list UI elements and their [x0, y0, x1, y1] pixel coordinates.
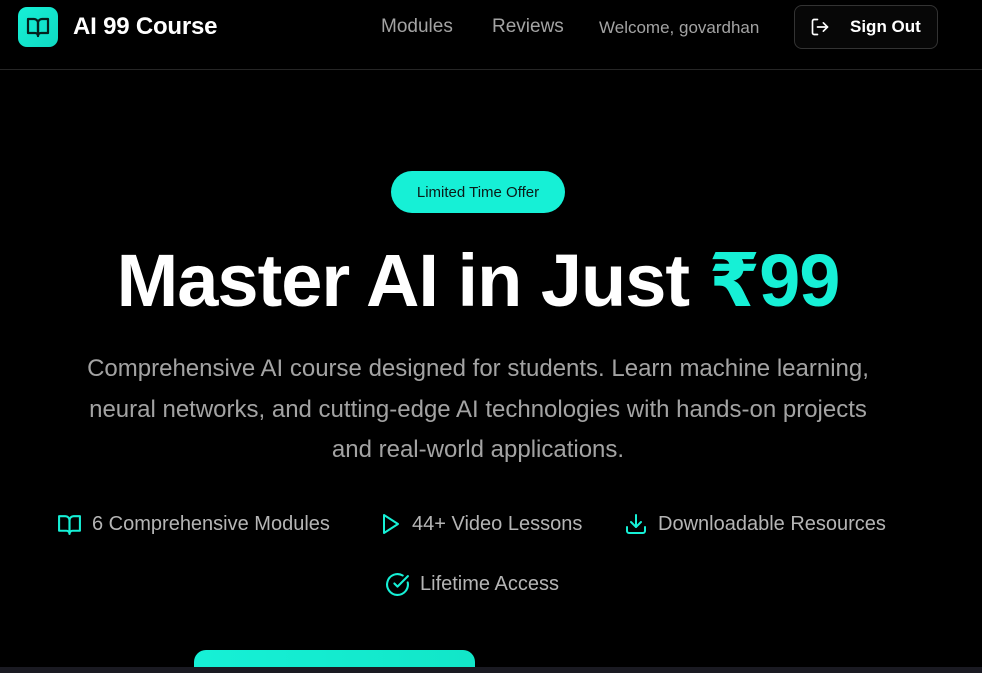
check-circle-icon: [385, 572, 410, 597]
download-icon: [624, 512, 648, 536]
sign-out-label: Sign Out: [850, 17, 921, 36]
sign-out-button[interactable]: Sign Out: [794, 5, 938, 49]
feature-label: 44+ Video Lessons: [412, 512, 583, 535]
brand-title: AI 99 Course: [73, 13, 218, 40]
feature-modules: 6 Comprehensive Modules: [57, 512, 330, 537]
log-out-icon: [811, 18, 829, 36]
limited-offer-badge: Limited Time Offer: [391, 171, 565, 213]
nav-link-modules[interactable]: Modules: [381, 16, 453, 38]
book-open-icon: [26, 17, 50, 38]
hero-description: Comprehensive AI course designed for stu…: [87, 355, 869, 463]
play-icon: [378, 512, 402, 536]
feature-downloadable-resources: Downloadable Resources: [624, 512, 886, 536]
welcome-text: Welcome, govardhan: [599, 18, 760, 37]
page: AI 99 Course Modules Reviews Welcome, go…: [0, 0, 982, 673]
top-navbar: AI 99 Course Modules Reviews Welcome, go…: [0, 0, 982, 70]
headline-price: ₹99: [708, 239, 841, 322]
headline-text: Master AI in Just: [116, 239, 709, 322]
brand-logo: [18, 7, 58, 47]
hero-headline: Master AI in Just ₹99: [0, 238, 956, 324]
book-open-icon: [57, 512, 82, 537]
feature-label: Downloadable Resources: [658, 512, 886, 535]
feature-lifetime-access: Lifetime Access: [385, 572, 559, 597]
feature-label: 6 Comprehensive Modules: [92, 513, 330, 535]
feature-label: Lifetime Access: [420, 573, 559, 595]
feature-video-lessons: 44+ Video Lessons: [378, 512, 582, 536]
brand[interactable]: AI 99 Course: [18, 7, 218, 47]
bottom-edge: [0, 667, 982, 673]
nav-link-reviews[interactable]: Reviews: [492, 16, 564, 38]
